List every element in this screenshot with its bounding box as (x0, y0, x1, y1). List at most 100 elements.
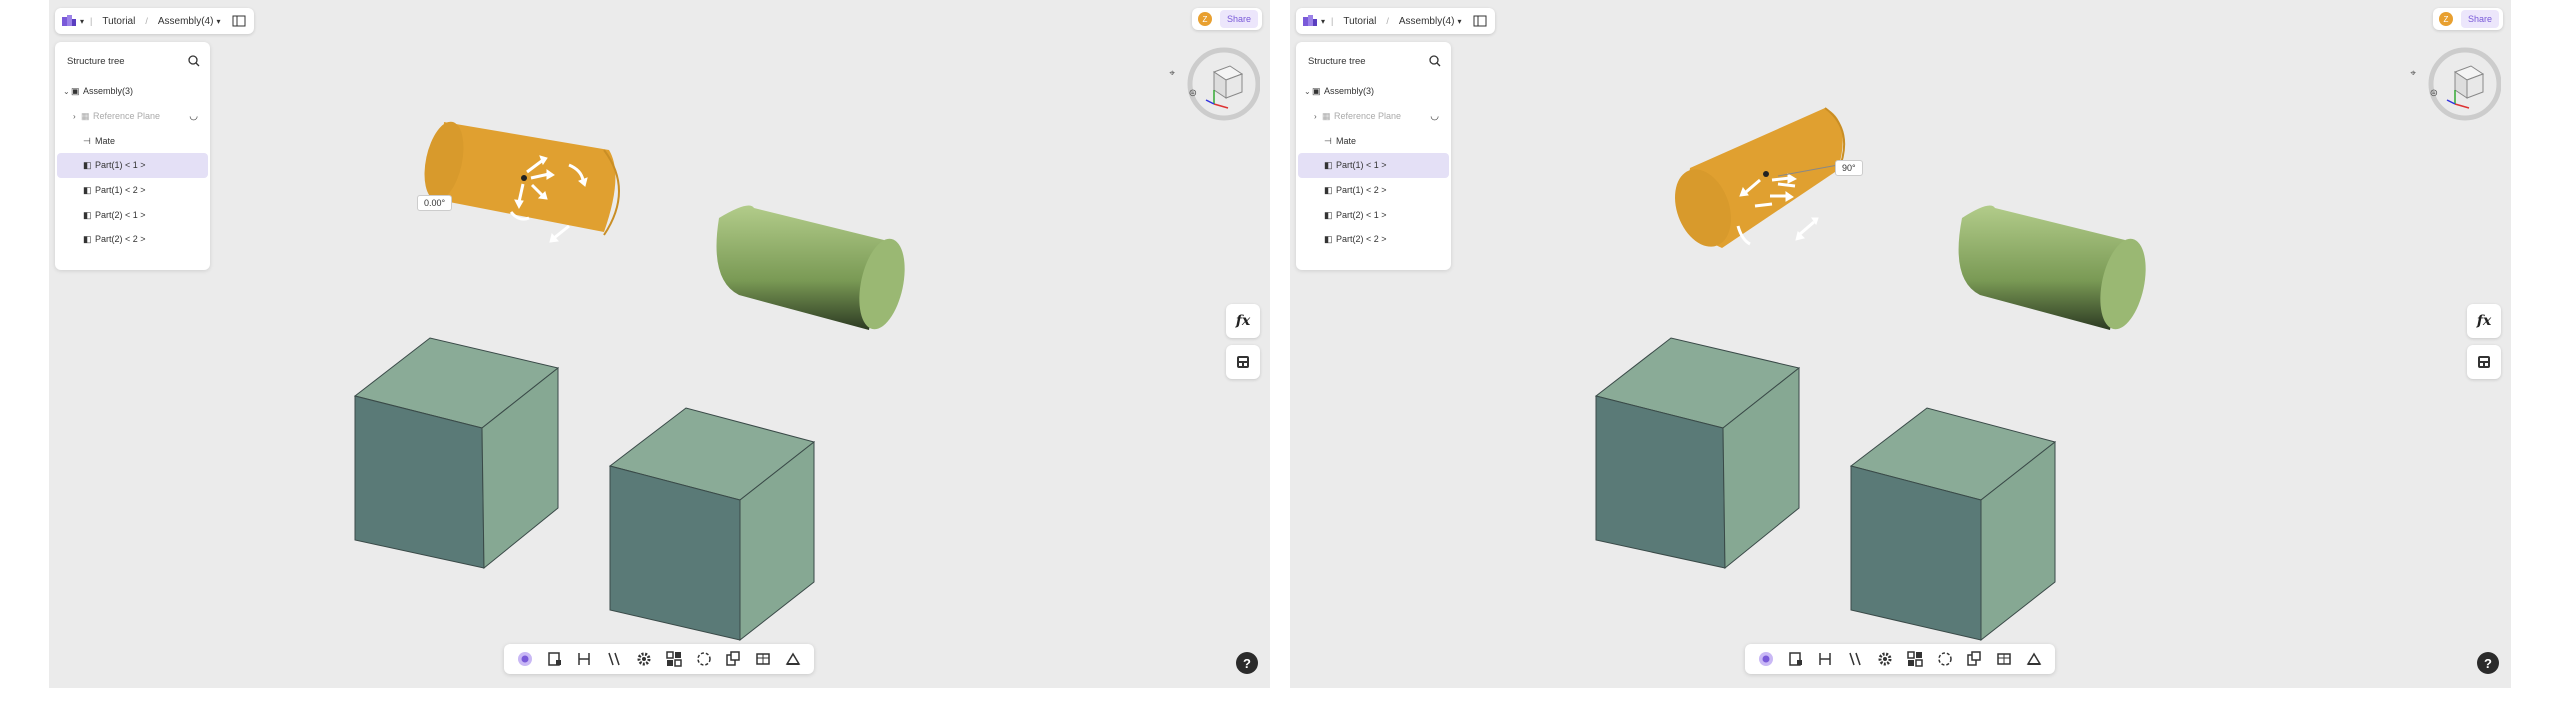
tree-item-part-1-2[interactable]: ◧ Part(1) < 2 > (57, 178, 208, 203)
angle-readout[interactable]: 0.00° (417, 195, 453, 211)
part-tool-icon[interactable] (544, 648, 566, 670)
tree-item-reference-plane[interactable]: › ▦ Reference Plane ◡ (1298, 104, 1449, 129)
green-cylinder[interactable] (1958, 205, 2154, 334)
align-tool-icon[interactable] (1844, 648, 1866, 670)
assembly-icon: ▣ (1312, 86, 1321, 97)
fit-view-icon[interactable]: ⌖ (1169, 68, 1175, 79)
green-cylinder[interactable] (716, 205, 913, 334)
assembly-dropdown[interactable]: Assembly(4) ▾ (1395, 16, 1466, 27)
tree-item-part-1-2[interactable]: ◧ Part(1) < 2 > (1298, 178, 1449, 203)
explode-tool-icon[interactable] (722, 648, 744, 670)
view-cube-icon[interactable] (1176, 42, 1260, 126)
part-icon: ◧ (83, 160, 92, 171)
fx-button[interactable]: fx (2467, 304, 2501, 338)
mate-icon: ⊣ (1324, 135, 1332, 146)
help-button[interactable]: ? (2477, 652, 2499, 674)
viewport-right[interactable]: 90° ▾ | Tutorial / Assembly(4) ▾ Z Share … (1290, 0, 2511, 688)
share-button[interactable]: Share (1219, 10, 1258, 28)
section-tool-icon[interactable] (1934, 648, 1956, 670)
tree-item-part-1-1[interactable]: ◧ Part(1) < 1 > (57, 153, 208, 178)
section-tool-icon[interactable] (693, 648, 715, 670)
split-view-icon[interactable] (230, 12, 248, 30)
tree-title: Structure tree (1308, 55, 1366, 67)
app-menu[interactable]: ▾ (61, 14, 84, 28)
help-button[interactable]: ? (1236, 652, 1258, 674)
mate-tool-icon[interactable] (1814, 648, 1836, 670)
part-icon: ◧ (1324, 160, 1333, 171)
calculator-button[interactable] (1226, 345, 1260, 379)
bom-tool-icon[interactable] (1993, 648, 2015, 670)
calculator-button[interactable] (2467, 345, 2501, 379)
part-icon: ◧ (83, 185, 92, 196)
measure-tool-icon[interactable] (2023, 648, 2045, 670)
tutorial-link[interactable]: Tutorial (1339, 16, 1380, 27)
bom-tool-icon[interactable] (752, 648, 774, 670)
select-tool-icon[interactable] (514, 648, 536, 670)
tree-item-part-2-1[interactable]: ◧ Part(2) < 1 > (1298, 202, 1449, 227)
avatar[interactable]: Z (1197, 12, 1212, 26)
align-tool-icon[interactable] (603, 648, 625, 670)
angle-readout[interactable]: 90° (1835, 160, 1863, 176)
part-icon: ◧ (83, 234, 92, 245)
orange-cylinder[interactable] (1665, 107, 1846, 254)
measure-tool-icon[interactable] (782, 648, 804, 670)
chevron-down-icon: ▾ (80, 16, 85, 26)
layers-icon[interactable]: ⊜ (2430, 88, 2438, 99)
top-bar: ▾ | Tutorial / Assembly(4) ▾ (1296, 8, 1496, 34)
split-view-icon[interactable] (1471, 12, 1489, 30)
explode-tool-icon[interactable] (1963, 648, 1985, 670)
part-tool-icon[interactable] (1785, 648, 1807, 670)
calculator-icon (2478, 356, 2490, 368)
tree-item-assembly[interactable]: ⌄ ▣ Assembly(3) (57, 79, 208, 104)
tree-item-mate[interactable]: ⊣ Mate (57, 128, 208, 153)
cube-1[interactable] (353, 337, 560, 570)
chevron-down-icon[interactable]: ⌄ (63, 87, 71, 96)
top-bar: ▾ | Tutorial / Assembly(4) ▾ (55, 8, 255, 34)
tree-item-mate[interactable]: ⊣ Mate (1298, 128, 1449, 153)
chevron-down-icon: ▾ (1321, 16, 1326, 26)
tree-item-assembly[interactable]: ⌄ ▣ Assembly(3) (1298, 79, 1449, 104)
chevron-down-icon: ▾ (216, 16, 221, 26)
tree-item-part-1-1[interactable]: ◧ Part(1) < 1 > (1298, 153, 1449, 178)
tutorial-link[interactable]: Tutorial (98, 16, 139, 27)
cube-2[interactable] (1849, 407, 2057, 642)
cube-1[interactable] (1594, 337, 1801, 570)
share-button[interactable]: Share (2460, 10, 2499, 28)
chevron-right-icon[interactable]: › (1314, 112, 1322, 121)
chevron-down-icon: ▾ (1457, 16, 1462, 26)
view-cube-icon[interactable] (2417, 42, 2501, 126)
avatar[interactable]: Z (2438, 12, 2453, 26)
bottom-toolbar (504, 644, 814, 674)
bottom-toolbar (1745, 644, 2055, 674)
search-icon[interactable] (1429, 55, 1441, 67)
structure-tree: Structure tree ⌄ ▣ Assembly(3) › ▦ Reference… (55, 42, 210, 270)
top-right-bar: Z Share (1191, 8, 1262, 30)
layers-icon[interactable]: ⊜ (1189, 88, 1197, 99)
app-menu[interactable]: ▾ (1302, 14, 1325, 28)
assembly-dropdown[interactable]: Assembly(4) ▾ (154, 16, 225, 27)
tree-item-reference-plane[interactable]: › ▦ Reference Plane ◡ (57, 104, 208, 129)
scene-right[interactable] (1290, 0, 2511, 688)
chevron-right-icon[interactable]: › (73, 112, 81, 121)
pattern-tool-icon[interactable] (663, 648, 685, 670)
tree-item-part-2-2[interactable]: ◧ Part(2) < 2 > (1298, 227, 1449, 252)
cube-2[interactable] (608, 407, 816, 642)
mate-tool-icon[interactable] (573, 648, 595, 670)
gear-tool-icon[interactable] (633, 648, 655, 670)
viewport-left[interactable]: 0.00° ▾ | Tutorial / Assembly(4) ▾ Z Shar… (49, 0, 1270, 688)
fit-view-icon[interactable]: ⌖ (2410, 68, 2416, 79)
gear-tool-icon[interactable] (1874, 648, 1896, 670)
tree-item-part-2-1[interactable]: ◧ Part(2) < 1 > (57, 202, 208, 227)
fx-button[interactable]: fx (1226, 304, 1260, 338)
scene-left[interactable] (49, 0, 1270, 688)
eye-icon[interactable]: ◡ (189, 111, 198, 122)
chevron-down-icon[interactable]: ⌄ (1304, 87, 1312, 96)
eye-icon[interactable]: ◡ (1430, 111, 1439, 122)
assembly-icon: ▣ (71, 86, 80, 97)
part-icon: ◧ (1324, 234, 1333, 245)
tree-item-part-2-2[interactable]: ◧ Part(2) < 2 > (57, 227, 208, 252)
search-icon[interactable] (188, 55, 200, 67)
select-tool-icon[interactable] (1755, 648, 1777, 670)
pattern-tool-icon[interactable] (1904, 648, 1926, 670)
tree-title: Structure tree (67, 55, 125, 67)
